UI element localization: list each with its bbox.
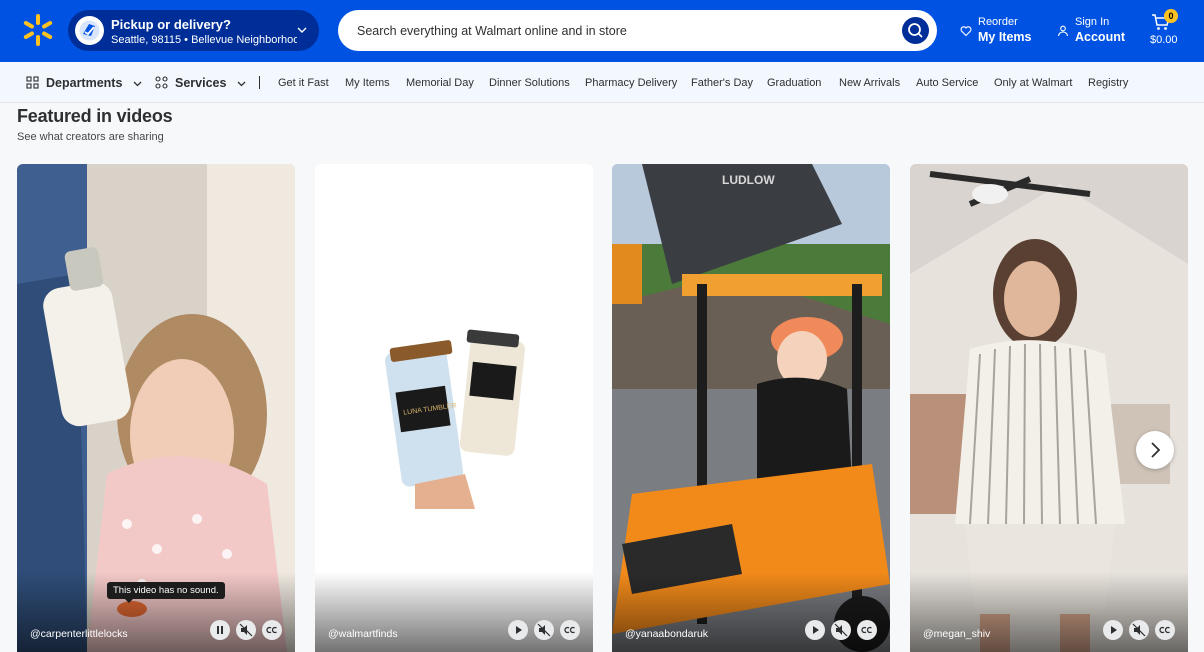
reorder-label: Reorder — [978, 16, 1018, 28]
sign-in-account-link[interactable]: Sign In Account — [1057, 16, 1125, 44]
video-card[interactable]: LUDLOW @yanaabondaruk — [612, 164, 890, 652]
cart-total: $0.00 — [1150, 34, 1178, 46]
category-nav: Departments Services Get it Fast My Item… — [0, 62, 1204, 103]
mute-icon — [1132, 623, 1146, 637]
nav-link-only-at-walmart[interactable]: Only at Walmart — [994, 77, 1072, 89]
play-icon — [516, 626, 522, 634]
creator-handle[interactable]: @walmartfinds — [328, 628, 398, 640]
captions-button[interactable] — [560, 620, 580, 640]
nav-link-registry[interactable]: Registry — [1088, 77, 1128, 89]
mute-icon — [239, 623, 253, 637]
heart-icon — [960, 26, 972, 37]
pause-button[interactable] — [210, 620, 230, 640]
mute-button[interactable] — [831, 620, 851, 640]
section-title: Featured in videos — [17, 106, 173, 126]
nav-link-auto-service[interactable]: Auto Service — [916, 77, 978, 89]
no-sound-tooltip: This video has no sound. — [107, 582, 225, 603]
services-dropdown[interactable]: Services — [155, 76, 247, 90]
cc-icon — [1159, 626, 1170, 634]
captions-button[interactable] — [857, 620, 877, 640]
play-button[interactable] — [508, 620, 528, 640]
cc-icon — [861, 626, 872, 634]
nav-link-my-items[interactable]: My Items — [345, 77, 390, 89]
person-icon — [1057, 25, 1069, 37]
captions-button[interactable] — [1155, 620, 1175, 640]
video-overlay-gradient — [315, 572, 593, 652]
video-overlay-gradient — [910, 572, 1188, 652]
search-input[interactable] — [338, 10, 898, 51]
pickup-location: Seattle, 98115 • Bellevue Neighborhood M… — [111, 34, 297, 46]
truck-icon — [75, 16, 104, 45]
play-icon — [813, 626, 819, 634]
services-label: Services — [175, 76, 227, 90]
chevron-down-icon — [297, 27, 307, 33]
mute-button[interactable] — [236, 620, 256, 640]
mute-icon — [537, 623, 551, 637]
chevron-down-icon — [133, 81, 142, 87]
mute-icon — [834, 623, 848, 637]
my-items-label: My Items — [978, 30, 1032, 44]
search-icon — [908, 23, 923, 38]
departments-label: Departments — [46, 76, 123, 90]
site-header: Pickup or delivery? Seattle, 98115 • Bel… — [0, 0, 1204, 62]
excavator-brand-text: LUDLOW — [722, 173, 775, 187]
captions-button[interactable] — [262, 620, 282, 640]
nav-link-dinner-solutions[interactable]: Dinner Solutions — [489, 77, 570, 89]
mute-button[interactable] — [1129, 620, 1149, 640]
search-button[interactable] — [902, 17, 929, 44]
cart-button[interactable]: 0 $0.00 — [1147, 9, 1187, 51]
grid-icon — [26, 76, 39, 89]
creator-handle[interactable]: @megan_shiv — [923, 628, 990, 640]
video-card[interactable]: This video has no sound. @carpenterlittl… — [17, 164, 295, 652]
nav-divider — [259, 76, 260, 89]
play-button[interactable] — [805, 620, 825, 640]
pickup-delivery-selector[interactable]: Pickup or delivery? Seattle, 98115 • Bel… — [68, 10, 319, 51]
play-button[interactable] — [1103, 620, 1123, 640]
nav-link-graduation[interactable]: Graduation — [767, 77, 821, 89]
creator-handle[interactable]: @yanaabondaruk — [625, 628, 708, 640]
chevron-down-icon — [237, 81, 246, 87]
account-label: Account — [1075, 30, 1125, 44]
grid-icon — [155, 76, 168, 89]
pause-icon — [217, 626, 223, 634]
pickup-title: Pickup or delivery? — [111, 17, 231, 32]
video-overlay-gradient — [612, 572, 890, 652]
carousel-next-button[interactable] — [1136, 431, 1174, 469]
chevron-right-icon — [1151, 442, 1161, 458]
mute-button[interactable] — [534, 620, 554, 640]
departments-dropdown[interactable]: Departments — [26, 76, 143, 90]
sign-in-label: Sign In — [1075, 16, 1110, 28]
spark-logo-icon[interactable] — [22, 14, 54, 46]
nav-link-memorial-day[interactable]: Memorial Day — [406, 77, 474, 89]
reorder-my-items-link[interactable]: Reorder My Items — [960, 16, 1032, 44]
section-subtitle: See what creators are sharing — [17, 131, 164, 143]
nav-link-fathers-day[interactable]: Father's Day — [691, 77, 753, 89]
cc-icon — [564, 626, 575, 634]
play-icon — [1111, 626, 1117, 634]
cart-count-badge: 0 — [1164, 9, 1178, 23]
video-card[interactable]: @megan_shiv — [910, 164, 1188, 652]
cc-icon — [266, 626, 277, 634]
video-card[interactable]: LUNA TUMBLER @walmartfinds — [315, 164, 593, 652]
creator-handle[interactable]: @carpenterlittlelocks — [30, 628, 128, 640]
search-bar — [338, 10, 937, 51]
nav-link-new-arrivals[interactable]: New Arrivals — [839, 77, 900, 89]
nav-link-pharmacy-delivery[interactable]: Pharmacy Delivery — [585, 77, 677, 89]
nav-link-get-it-fast[interactable]: Get it Fast — [278, 77, 329, 89]
